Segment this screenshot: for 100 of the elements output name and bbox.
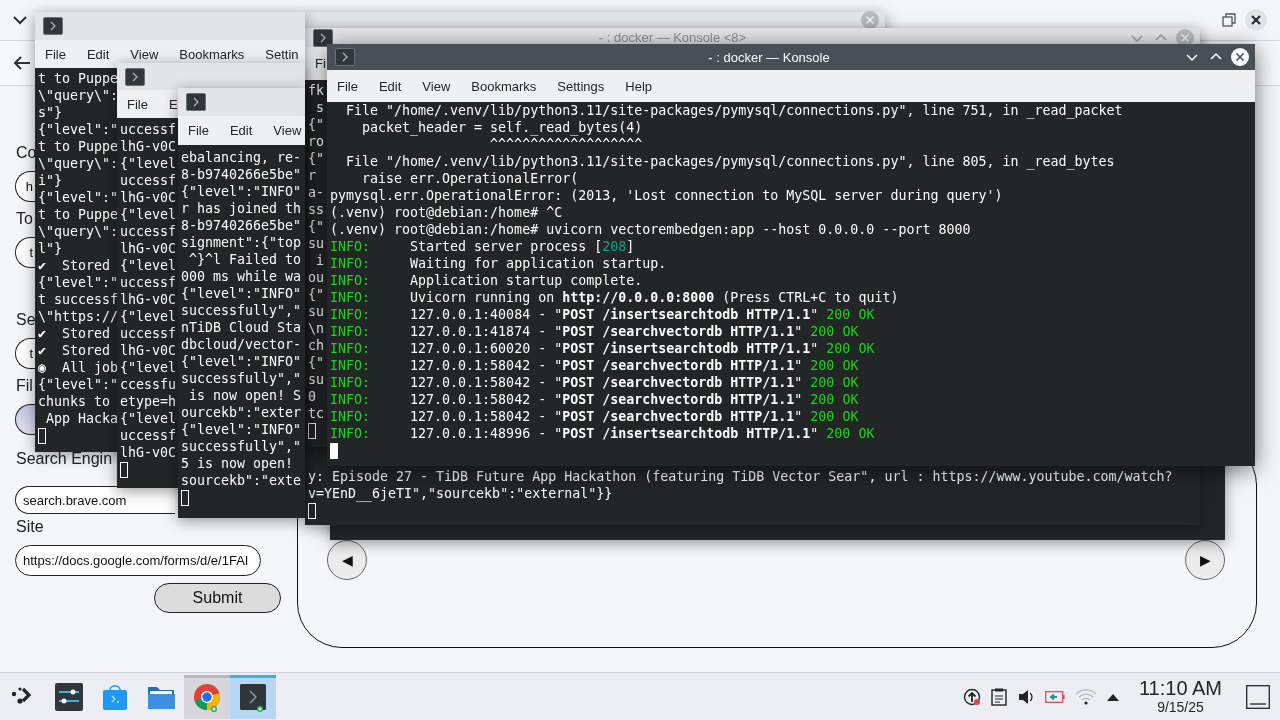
terminal-line: (.venv) root@debian:/home# ^C [330, 204, 563, 221]
menu-item[interactable]: Edit [86, 46, 110, 62]
terminal-line: {"level":" [38, 120, 119, 138]
menu-item[interactable]: Edit [229, 123, 253, 138]
terminal-line: ro [308, 133, 324, 150]
terminal-line: tc [308, 405, 324, 422]
terminal-line: successfully"," [181, 301, 302, 319]
menu-item[interactable]: Bookmarks [471, 78, 537, 94]
terminal-line: \n [308, 320, 324, 337]
terminal-line: lhG-v0C [120, 137, 177, 155]
input-field[interactable]: h [15, 171, 35, 202]
menu-item[interactable]: Fi [315, 56, 326, 71]
terminal-line: {"level":" [38, 375, 119, 393]
terminal-line: i [315, 252, 324, 269]
terminal-line: s [315, 99, 324, 116]
submit-button[interactable]: Submit [154, 583, 281, 613]
text-cursor [181, 489, 189, 506]
window-title: - : docker — Konsole <8> [597, 30, 748, 45]
menu-item[interactable]: Edit [378, 78, 402, 94]
terminal-line: lhG-v0C [120, 239, 177, 257]
terminal-line: INFO: 127.0.0.1:58042 - "POST /searchvectordb HTTP/1.1" 200 OK [330, 391, 859, 408]
battery-icon[interactable] [1044, 690, 1065, 703]
menu-item[interactable]: Bookmarks [179, 46, 245, 62]
terminal-line: v=YEnD__6jeTI","sourcekb":"external"}} [308, 485, 613, 502]
menu-item[interactable]: Help [625, 78, 653, 94]
terminal-line: su [308, 371, 324, 388]
clipboard-icon[interactable] [990, 687, 1007, 706]
restore-icon[interactable] [1222, 13, 1236, 27]
terminal-line: {"level [120, 409, 177, 427]
terminal-line: l"} [38, 239, 63, 257]
show-desktop-icon[interactable] [1246, 684, 1270, 709]
terminal-line: INFO: Started server process [208] [330, 238, 635, 255]
terminal-line: {" [308, 116, 324, 133]
close-icon[interactable] [1231, 48, 1249, 66]
menu-item[interactable]: E [168, 96, 178, 112]
speaker-icon[interactable] [1016, 687, 1035, 706]
terminal-line: \"query\": [38, 154, 119, 172]
terminal-line: lhG-v0C [120, 290, 177, 308]
menu-item[interactable]: File [127, 96, 148, 112]
menu-item[interactable]: Settin [265, 46, 299, 62]
terminal-icon [186, 93, 206, 111]
terminal-line: 8-b9740266e5be" [181, 216, 302, 234]
terminal-line: lhG-v0C [120, 341, 177, 359]
menu-item[interactable]: View [273, 123, 302, 138]
terminal-line: sourcekb":"exte [181, 471, 302, 489]
back-arrow-icon[interactable] [13, 55, 31, 71]
terminal-line: etype=h [120, 392, 177, 410]
taskbar-item[interactable] [230, 674, 276, 719]
menu-item[interactable]: View [130, 46, 159, 62]
input-field[interactable]: t [15, 338, 35, 369]
clock-time[interactable]: 11:10 AM [1138, 677, 1222, 699]
terminal-line: successfully"," [181, 437, 302, 455]
terminal-line: uccessf [120, 120, 177, 138]
chevron-down-icon[interactable] [11, 14, 29, 26]
sliders-icon [55, 683, 83, 713]
terminal-line: INFO: 127.0.0.1:48996 - "POST /insertsearchtodb HTTP/1.1" 200 OK [330, 425, 875, 442]
terminal-line: t to Puppe [38, 205, 119, 223]
previous-button[interactable]: ◀ [327, 540, 367, 580]
terminal-line: INFO: 127.0.0.1:58042 - "POST /searchvectordb HTTP/1.1" 200 OK [330, 374, 859, 391]
update-icon[interactable] [962, 687, 981, 706]
menu-item[interactable]: View [422, 78, 451, 94]
expand-arrow-icon[interactable] [1106, 692, 1119, 701]
input-field[interactable]: https://docs.google.com/forms/d/e/1FAI [15, 545, 261, 576]
choose-file-button[interactable] [15, 404, 35, 435]
terminal-line: nTiDB Cloud Sta [181, 318, 302, 336]
terminal-line: ✔ Stored [38, 256, 111, 274]
text-cursor [120, 461, 128, 478]
terminal-line: ebalancing, re- [181, 148, 302, 166]
terminal-line: 5 is now open! [181, 454, 295, 472]
menu-item[interactable]: Settings [557, 78, 605, 94]
terminal-icon [43, 17, 63, 35]
terminal-line: {"level":" [38, 273, 119, 291]
terminal-line: \"https:// [38, 307, 119, 325]
terminal-line: (.venv) root@debian:/home# uvicorn vectorembedgen:app --host 0.0.0.0 --port 8000 [330, 221, 971, 238]
next-button[interactable]: ▶ [1185, 540, 1225, 580]
field-label: Se [16, 310, 36, 330]
terminal-line: {"level":"INFO" [181, 352, 302, 370]
terminal-line: \"query\": [38, 86, 119, 104]
terminal-line: a- [308, 184, 324, 201]
clock-date[interactable]: 9/15/25 [1157, 699, 1204, 716]
input-field[interactable]: t [15, 237, 35, 268]
terminal-line: {"level":"INFO" [181, 420, 302, 438]
field-label: To [16, 209, 33, 229]
terminal-line: {"level [120, 256, 177, 274]
window-title: - : docker — Konsole [707, 49, 831, 65]
menu-item[interactable]: File [45, 46, 66, 62]
input-field[interactable]: search.brave.com [15, 486, 175, 514]
terminal-line: {"level [120, 307, 177, 325]
terminal-line: uccessf [120, 324, 177, 342]
close-icon[interactable] [1245, 9, 1267, 31]
terminal-line: su [308, 303, 324, 320]
terminal-line: raise err.OperationalError( [361, 170, 579, 187]
menu-item[interactable]: File [337, 78, 358, 94]
terminal-icon [313, 28, 333, 47]
field-label: Fil [16, 376, 33, 396]
terminal-line: uccessf [120, 171, 177, 189]
menu-item[interactable]: File [188, 123, 209, 138]
terminal-line: 000 ms while wa [181, 267, 302, 285]
terminal-line: ou [308, 269, 324, 286]
terminal-line: s"} [38, 103, 63, 121]
